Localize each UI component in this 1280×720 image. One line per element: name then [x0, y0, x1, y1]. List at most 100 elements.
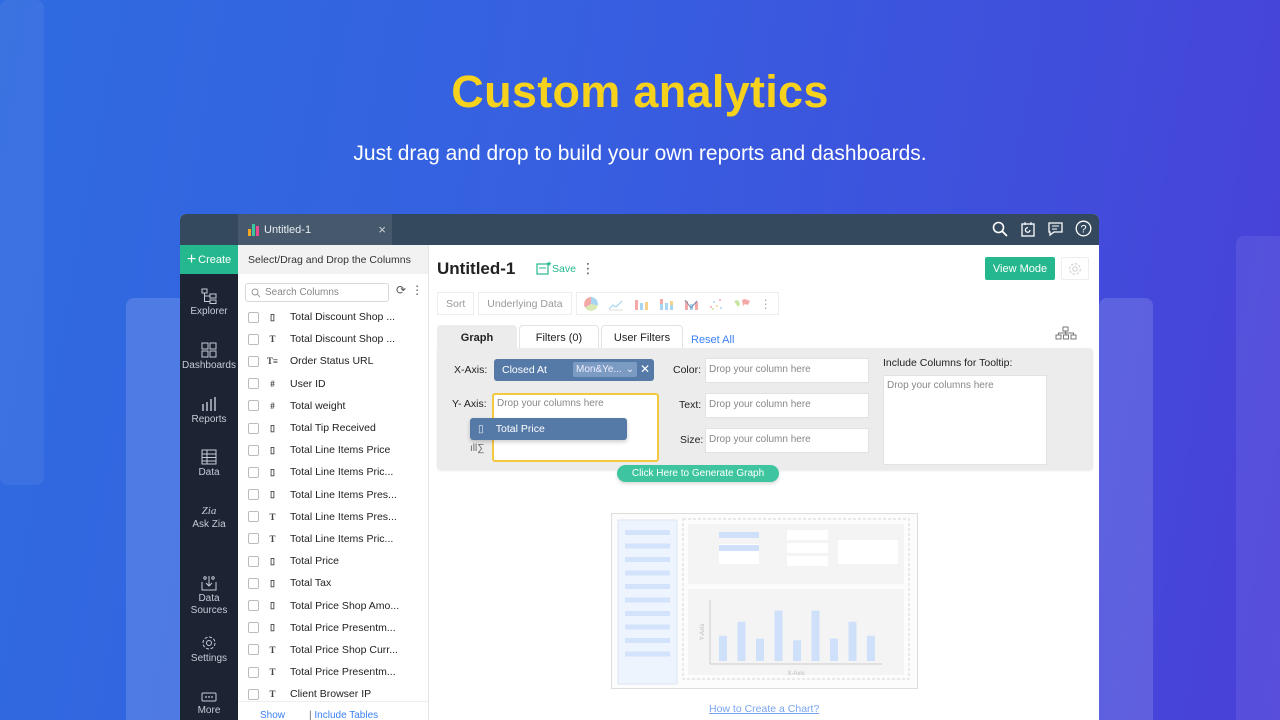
- nav-data-sources[interactable]: Data Sources: [180, 575, 238, 617]
- how-to-create-chart-link[interactable]: How to Create a Chart?: [709, 703, 819, 715]
- color-drop-zone[interactable]: Drop your column here: [705, 358, 869, 383]
- combo-chart-icon[interactable]: [683, 297, 699, 311]
- aggregate-icon[interactable]: ıll∑: [470, 443, 484, 454]
- pie-chart-icon[interactable]: [583, 296, 599, 312]
- report-options-icon[interactable]: ⋮: [581, 260, 595, 277]
- hierarchy-icon[interactable]: [1055, 326, 1077, 340]
- column-checkbox[interactable]: [248, 466, 259, 478]
- dragging-column-pill[interactable]: ▯ Total Price: [470, 418, 627, 440]
- column-checkbox[interactable]: [248, 311, 259, 323]
- nav-reports[interactable]: Reports: [180, 396, 238, 426]
- x-axis-label: X-Axis:: [454, 364, 488, 376]
- column-checkbox[interactable]: [248, 355, 259, 367]
- column-checkbox[interactable]: [248, 533, 259, 545]
- tab-filters[interactable]: Filters (0): [519, 325, 599, 349]
- view-mode-button[interactable]: View Mode: [985, 257, 1055, 280]
- column-item[interactable]: # User ID: [238, 373, 428, 395]
- show-link[interactable]: Show: [260, 710, 285, 720]
- report-editor: Untitled-1 ★ Save ⋮ View Mode Sort Under…: [429, 245, 1099, 720]
- column-checkbox[interactable]: [248, 378, 259, 390]
- svg-text:?: ?: [1080, 224, 1086, 236]
- bar-chart-icon[interactable]: [633, 297, 649, 311]
- search-icon[interactable]: [990, 219, 1009, 238]
- column-item[interactable]: T Total Price Shop Curr...: [238, 639, 428, 661]
- column-name: Total Price Presentm...: [290, 621, 396, 634]
- column-item[interactable]: T Total Price Presentm...: [238, 661, 428, 683]
- generate-graph-button[interactable]: Click Here to Generate Graph: [617, 465, 779, 482]
- column-item[interactable]: ▯ Total Line Items Price: [238, 439, 428, 461]
- report-settings-button[interactable]: [1061, 257, 1089, 280]
- column-checkbox[interactable]: [248, 577, 259, 589]
- graph-config-panel: X-Axis: Closed At Mon&Ye... ⌄ ✕ Y- Axis: …: [437, 348, 1093, 470]
- column-item[interactable]: ▯ Total Price: [238, 550, 428, 572]
- column-item[interactable]: ▯ Total Line Items Pric...: [238, 461, 428, 483]
- background-panel: [1099, 298, 1153, 720]
- x-axis-column-pill[interactable]: Closed At Mon&Ye... ⌄ ✕: [494, 359, 654, 381]
- column-item[interactable]: T Total Discount Shop ...: [238, 328, 428, 350]
- include-tables-link[interactable]: | Include Tables: [309, 710, 378, 720]
- ill-bar: [719, 635, 727, 661]
- currency-type-icon: ▯: [270, 311, 275, 322]
- column-checkbox[interactable]: [248, 666, 259, 678]
- column-item[interactable]: ▯ Total Tax: [238, 572, 428, 594]
- search-columns-input[interactable]: Search Columns: [245, 283, 389, 302]
- remove-x-axis-icon[interactable]: ✕: [640, 362, 650, 376]
- column-checkbox[interactable]: [248, 444, 259, 456]
- nav-settings[interactable]: Settings: [180, 635, 238, 665]
- nav-ask-zia[interactable]: Zia Ask Zia: [180, 503, 238, 531]
- calendar-refresh-icon[interactable]: [1018, 219, 1037, 238]
- tab-user-filters[interactable]: User Filters: [601, 325, 683, 349]
- top-bar: Untitled-1 × ?: [180, 214, 1099, 245]
- scatter-chart-icon[interactable]: [708, 297, 724, 311]
- nav-more[interactable]: More: [180, 691, 238, 717]
- line-chart-icon[interactable]: [608, 297, 624, 311]
- column-item[interactable]: T Total Line Items Pric...: [238, 528, 428, 550]
- close-tab-icon[interactable]: ×: [378, 222, 386, 237]
- refresh-icon[interactable]: ⟳: [396, 283, 406, 297]
- column-checkbox[interactable]: [248, 688, 259, 700]
- more-chart-types-icon[interactable]: ⋮: [760, 297, 772, 311]
- tooltip-drop-zone[interactable]: Drop your columns here: [883, 375, 1047, 465]
- column-checkbox[interactable]: [248, 333, 259, 345]
- column-item[interactable]: ▯ Total Price Presentm...: [238, 617, 428, 639]
- create-button[interactable]: + Create: [180, 245, 238, 274]
- stacked-bar-icon[interactable]: [658, 297, 674, 311]
- underlying-data-button[interactable]: Underlying Data: [478, 292, 572, 315]
- nav-explorer[interactable]: Explorer: [180, 288, 238, 318]
- comment-icon[interactable]: [1046, 219, 1065, 238]
- more-options-icon[interactable]: ⋮: [411, 283, 423, 297]
- column-checkbox[interactable]: [248, 644, 259, 656]
- sort-button[interactable]: Sort: [437, 292, 475, 315]
- column-item[interactable]: T≡ Order Status URL: [238, 350, 428, 372]
- report-title[interactable]: Untitled-1: [437, 259, 515, 279]
- column-checkbox[interactable]: [248, 555, 259, 567]
- column-item[interactable]: ▯ Total Line Items Pres...: [238, 484, 428, 506]
- nav-data[interactable]: Data: [180, 449, 238, 479]
- help-icon[interactable]: ?: [1074, 219, 1093, 238]
- column-checkbox[interactable]: [248, 600, 259, 612]
- column-item[interactable]: ▯ Total Tip Received: [238, 417, 428, 439]
- search-placeholder: Search Columns: [265, 287, 339, 298]
- plus-icon: +: [186, 250, 197, 268]
- column-item[interactable]: T Total Line Items Pres...: [238, 506, 428, 528]
- text-drop-zone[interactable]: Drop your column here: [705, 393, 869, 418]
- save-button[interactable]: ★ Save: [536, 261, 576, 275]
- reset-all-link[interactable]: Reset All: [691, 328, 734, 346]
- column-item[interactable]: ▯ Total Price Shop Amo...: [238, 594, 428, 616]
- column-checkbox[interactable]: [248, 400, 259, 412]
- dragging-column-name: Total Price: [495, 423, 545, 435]
- map-chart-icon[interactable]: [733, 297, 751, 311]
- column-checkbox[interactable]: [248, 422, 259, 434]
- chart-illustration: X-Axis Y-Axis: [611, 513, 918, 689]
- nav-dashboards[interactable]: Dashboards: [180, 342, 238, 372]
- column-item[interactable]: # Total weight: [238, 395, 428, 417]
- column-item[interactable]: T Client Browser IP: [238, 683, 428, 701]
- size-drop-zone[interactable]: Drop your column here: [705, 428, 869, 453]
- column-item[interactable]: ▯ Total Discount Shop ...: [238, 306, 428, 328]
- column-checkbox[interactable]: [248, 511, 259, 523]
- x-axis-aggregation-dropdown[interactable]: Mon&Ye... ⌄: [573, 362, 637, 377]
- column-checkbox[interactable]: [248, 622, 259, 634]
- column-checkbox[interactable]: [248, 489, 259, 501]
- report-tab[interactable]: Untitled-1 ×: [238, 214, 392, 245]
- tab-graph[interactable]: Graph: [437, 325, 517, 349]
